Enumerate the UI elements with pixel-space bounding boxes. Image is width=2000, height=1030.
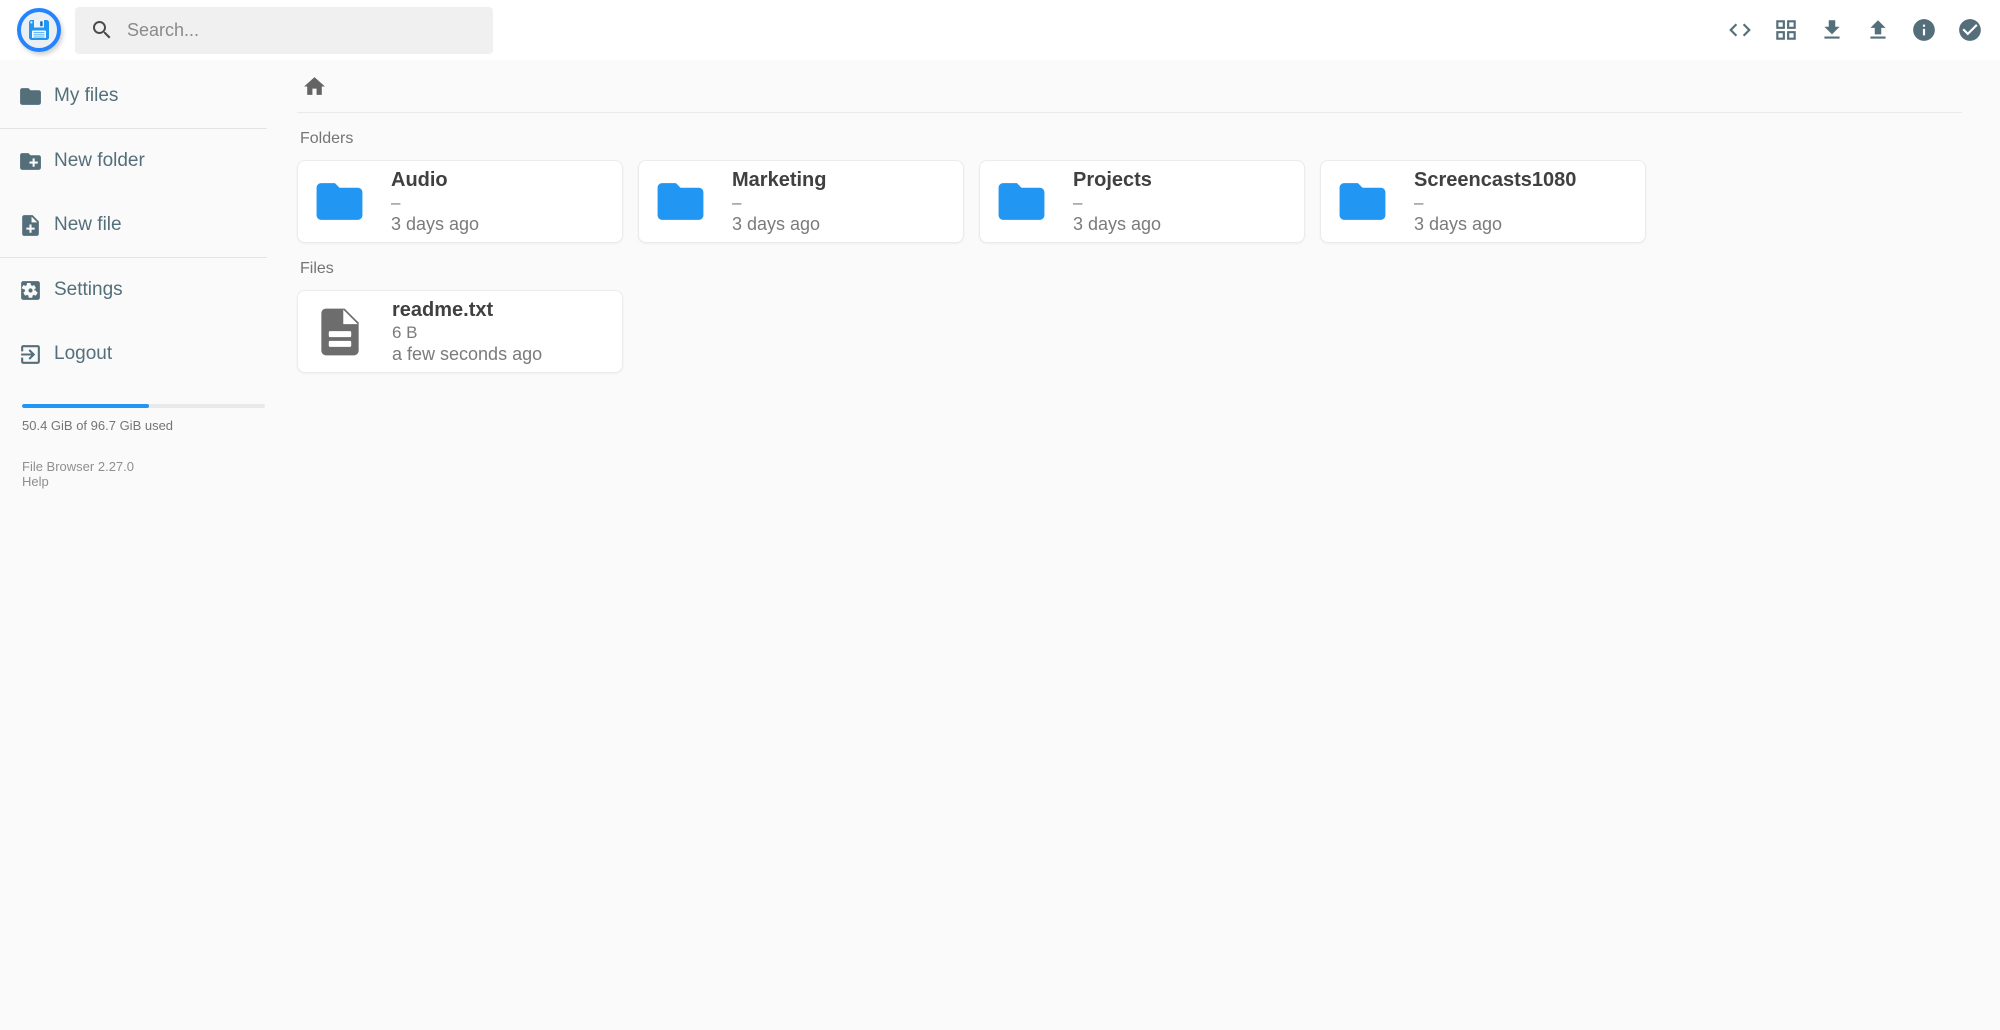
folder-card[interactable]: Audio – 3 days ago (297, 160, 623, 243)
item-size: – (1414, 193, 1576, 213)
item-name: readme.txt (392, 299, 542, 322)
new-file-icon (18, 213, 43, 238)
new-folder-icon (18, 149, 43, 174)
app-logo[interactable] (17, 8, 61, 52)
breadcrumb (297, 60, 1962, 113)
download-icon (1819, 17, 1845, 43)
folder-card[interactable]: Marketing – 3 days ago (638, 160, 964, 243)
app-version: File Browser 2.27.0 (22, 459, 134, 474)
section-header-folders: Folders (300, 130, 1962, 148)
folder-card[interactable]: Screencasts1080 – 3 days ago (1320, 160, 1646, 243)
info-button[interactable] (1911, 17, 1937, 43)
floppy-disk-icon (27, 18, 51, 42)
folder-icon (994, 174, 1049, 229)
usage-text: 50.4 GiB of 96.7 GiB used (22, 418, 245, 433)
item-name: Audio (391, 169, 479, 192)
switch-view-button[interactable] (1773, 17, 1799, 43)
item-size: – (732, 193, 826, 213)
header (0, 0, 2000, 60)
item-modified: 3 days ago (732, 214, 826, 235)
sidebar-item-label: New folder (54, 150, 145, 172)
main-content: Folders Audio – 3 days ago Marketing – 3… (267, 60, 2000, 1030)
app-shell: My files New folder New file Settings Lo… (0, 60, 2000, 1030)
section-header-files: Files (300, 260, 1962, 278)
code-icon (1727, 17, 1753, 43)
sidebar-credits: File Browser 2.27.0 Help (22, 459, 245, 489)
item-modified: 3 days ago (1414, 214, 1576, 235)
item-size: – (1073, 193, 1161, 213)
upload-button[interactable] (1865, 17, 1891, 43)
sidebar-item-new-folder[interactable]: New folder (0, 129, 267, 193)
usage-progress-track (22, 404, 265, 408)
item-name: Projects (1073, 169, 1161, 192)
file-icon (312, 304, 368, 360)
folder-icon (1335, 174, 1390, 229)
usage-progress-fill (22, 404, 149, 408)
item-modified: 3 days ago (391, 214, 479, 235)
sidebar-item-label: My files (54, 85, 118, 107)
folder-card[interactable]: Projects – 3 days ago (979, 160, 1305, 243)
search-icon (90, 18, 114, 42)
sidebar-item-new-file[interactable]: New file (0, 193, 267, 257)
logout-icon (18, 342, 43, 367)
shell-button[interactable] (1727, 17, 1753, 43)
file-cards: readme.txt 6 B a few seconds ago (297, 290, 1962, 373)
item-size: 6 B (392, 323, 542, 343)
item-name: Screencasts1080 (1414, 169, 1576, 192)
home-button[interactable] (297, 74, 332, 99)
folder-icon (653, 174, 708, 229)
settings-icon (18, 278, 43, 303)
file-listing: Folders Audio – 3 days ago Marketing – 3… (297, 130, 1962, 373)
info-icon (1911, 17, 1937, 43)
sidebar-item-label: Logout (54, 343, 112, 365)
item-size: – (391, 193, 479, 213)
help-link[interactable]: Help (22, 474, 49, 489)
sidebar-item-my-files[interactable]: My files (0, 64, 267, 128)
check-circle-icon (1957, 17, 1983, 43)
grid-view-icon (1773, 17, 1799, 43)
search-input[interactable] (127, 20, 478, 41)
sidebar-item-settings[interactable]: Settings (0, 258, 267, 322)
item-modified: 3 days ago (1073, 214, 1161, 235)
item-modified: a few seconds ago (392, 344, 542, 365)
sidebar: My files New folder New file Settings Lo… (0, 60, 267, 1030)
sidebar-item-label: New file (54, 214, 122, 236)
search-bar[interactable] (75, 7, 493, 54)
file-card[interactable]: readme.txt 6 B a few seconds ago (297, 290, 623, 373)
item-name: Marketing (732, 169, 826, 192)
sidebar-item-label: Settings (54, 279, 123, 301)
download-button[interactable] (1819, 17, 1845, 43)
folder-cards: Audio – 3 days ago Marketing – 3 days ag… (297, 160, 1962, 243)
folder-icon (18, 84, 43, 109)
upload-icon (1865, 17, 1891, 43)
folder-icon (312, 174, 367, 229)
home-icon (302, 74, 327, 99)
select-multiple-button[interactable] (1957, 17, 1983, 43)
storage-usage: 50.4 GiB of 96.7 GiB used (22, 404, 245, 433)
header-actions (1727, 17, 1983, 43)
sidebar-item-logout[interactable]: Logout (0, 322, 267, 386)
